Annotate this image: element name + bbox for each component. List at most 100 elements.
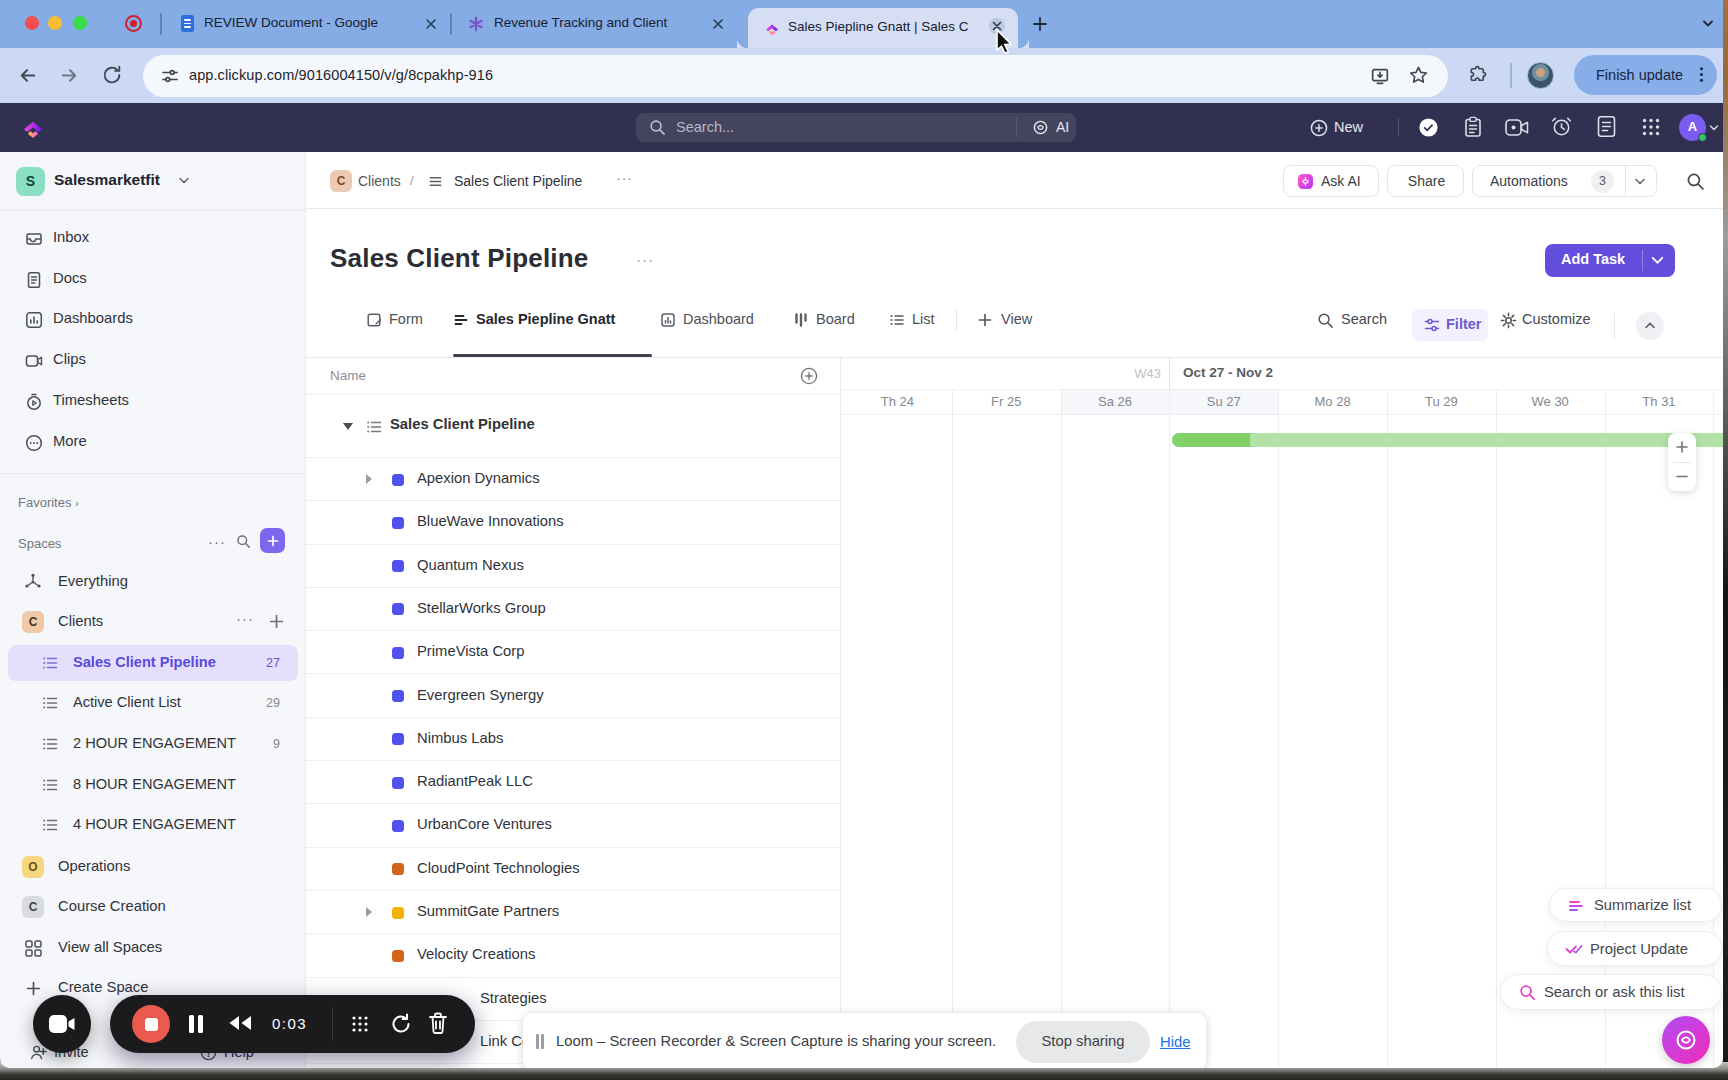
view-customize[interactable]: Customize bbox=[1522, 311, 1591, 327]
spaces-section-label[interactable]: Spaces bbox=[18, 536, 61, 551]
tab-close-icon[interactable] bbox=[710, 16, 726, 32]
add-column-icon[interactable] bbox=[800, 367, 818, 385]
sidebar-item-timesheets[interactable]: Timesheets bbox=[0, 382, 306, 423]
sidebar-item-inbox[interactable]: Inbox bbox=[0, 219, 306, 260]
task-row-urbancore-ventures[interactable]: UrbanCore Ventures bbox=[306, 804, 840, 847]
new-button[interactable]: New bbox=[1334, 119, 1363, 135]
install-app-icon[interactable] bbox=[1369, 65, 1391, 87]
macos-zoom-button[interactable] bbox=[73, 16, 87, 30]
header-search-icon[interactable] bbox=[1686, 172, 1705, 191]
add-task-chevron-icon[interactable] bbox=[1650, 253, 1665, 268]
breadcrumb-more-icon[interactable]: ··· bbox=[616, 170, 633, 186]
sidebar-list-8-hour-engagement[interactable]: 8 HOUR ENGAGEMENT bbox=[8, 767, 298, 803]
sidebar-list-2-hour-engagement[interactable]: 2 HOUR ENGAGEMENT9 bbox=[8, 726, 298, 762]
share-button[interactable]: Share bbox=[1387, 165, 1464, 197]
workspace-name[interactable]: Salesmarketfit bbox=[54, 171, 160, 189]
spaces-search-icon[interactable] bbox=[236, 534, 251, 549]
sidebar-list-sales-client-pipeline[interactable]: Sales Client Pipeline27 bbox=[8, 645, 298, 681]
collapse-header-button[interactable] bbox=[1636, 312, 1664, 340]
task-row-primevista-corp[interactable]: PrimeVista Corp bbox=[306, 631, 840, 674]
avatar-chevron-icon[interactable] bbox=[1709, 124, 1719, 132]
loom-pause-icon[interactable] bbox=[188, 1014, 204, 1034]
clipboard-icon[interactable] bbox=[1463, 116, 1483, 138]
zoom-in-button[interactable] bbox=[1668, 433, 1696, 462]
breadcrumb-space[interactable]: Clients bbox=[358, 173, 401, 189]
macos-close-button[interactable] bbox=[25, 16, 39, 30]
tab-search-chevron-icon[interactable] bbox=[1698, 13, 1718, 33]
sidebar-item-more[interactable]: More bbox=[0, 423, 306, 464]
back-icon[interactable] bbox=[16, 64, 39, 87]
task-row-summitgate-partners[interactable]: SummitGate Partners bbox=[306, 891, 840, 934]
finish-update-button[interactable]: Finish update bbox=[1574, 55, 1717, 95]
add-task-button[interactable]: Add Task bbox=[1545, 244, 1675, 277]
loom-drag-grid-icon[interactable] bbox=[350, 1014, 370, 1034]
global-search-input[interactable]: Search... AI bbox=[636, 113, 1076, 142]
breadcrumb-page[interactable]: Sales Client Pipeline bbox=[454, 173, 582, 189]
tab-close-icon[interactable] bbox=[423, 16, 439, 32]
task-row-cloudpoint-technologies[interactable]: CloudPoint Technologies bbox=[306, 848, 840, 891]
sidebar-item-clips[interactable]: Clips bbox=[0, 341, 306, 382]
hide-link[interactable]: Hide bbox=[1160, 1034, 1190, 1050]
stop-sharing-button[interactable]: Stop sharing bbox=[1016, 1021, 1150, 1063]
project-update-button[interactable]: Project Update bbox=[1547, 931, 1722, 966]
tab-revenue-tracking[interactable]: Revenue Tracking and Client bbox=[462, 0, 742, 48]
sidebar-item-operations[interactable]: O Operations bbox=[0, 847, 306, 887]
loom-trash-icon[interactable] bbox=[428, 1012, 448, 1035]
tab-sales-pipeline-active[interactable]: Sales Piepline Gnatt | Sales C bbox=[748, 8, 1018, 48]
todo-check-icon[interactable] bbox=[1418, 117, 1439, 138]
automations-chevron-icon[interactable] bbox=[1634, 177, 1646, 186]
task-row-apexion-dynamics[interactable]: Apexion Dynamics bbox=[306, 458, 840, 501]
clients-add-icon[interactable] bbox=[269, 614, 284, 629]
bookmark-star-icon[interactable] bbox=[1407, 64, 1430, 87]
view-search[interactable]: Search bbox=[1341, 311, 1387, 327]
sidebar-list-active-client-list[interactable]: Active Client List29 bbox=[8, 685, 298, 721]
gantt-summary-bar[interactable] bbox=[1172, 433, 1723, 447]
address-bar[interactable]: app.clickup.com/9016004150/v/g/8cpakhp-9… bbox=[143, 55, 1448, 97]
user-avatar[interactable]: A bbox=[1679, 114, 1706, 141]
forward-icon[interactable] bbox=[58, 64, 81, 87]
summarize-list-button[interactable]: Summarize list bbox=[1549, 888, 1722, 922]
spaces-more-icon[interactable]: ··· bbox=[208, 533, 226, 550]
extensions-icon[interactable] bbox=[1467, 64, 1490, 87]
search-ask-list-button[interactable]: Search or ask this list bbox=[1500, 974, 1722, 1010]
sidebar-item-docs[interactable]: Docs bbox=[0, 260, 306, 301]
clickup-logo[interactable] bbox=[21, 115, 45, 139]
notepad-icon[interactable] bbox=[1597, 115, 1616, 138]
clickup-ai-fab[interactable] bbox=[1662, 1016, 1710, 1064]
collapse-caret-icon[interactable] bbox=[343, 423, 353, 430]
sidebar-item-dashboards[interactable]: Dashboards bbox=[0, 300, 306, 341]
task-group-header[interactable]: Sales Client Pipeline bbox=[306, 395, 840, 458]
browser-menu-icon[interactable] bbox=[1692, 65, 1711, 84]
automations-button[interactable]: Automations 3 bbox=[1472, 165, 1657, 197]
workspace-chevron-icon[interactable] bbox=[178, 176, 190, 185]
task-row-quantum-nexus[interactable]: Quantum Nexus bbox=[306, 545, 840, 588]
task-row-velocity-creations[interactable]: Velocity Creations bbox=[306, 934, 840, 977]
reminder-alarm-icon[interactable] bbox=[1550, 115, 1573, 138]
new-tab-button[interactable] bbox=[1030, 14, 1050, 34]
loom-rewind-icon[interactable] bbox=[228, 1014, 252, 1032]
title-more-icon[interactable]: ··· bbox=[636, 251, 654, 268]
loom-camera-bubble[interactable] bbox=[33, 995, 91, 1053]
loom-stop-button[interactable] bbox=[132, 1005, 170, 1043]
sidebar-item-everything[interactable]: Everything bbox=[0, 562, 306, 602]
loom-restart-icon[interactable] bbox=[390, 1013, 412, 1035]
task-row-bluewave-innovations[interactable]: BlueWave Innovations bbox=[306, 501, 840, 544]
task-row-stellarworks-group[interactable]: StellarWorks Group bbox=[306, 588, 840, 631]
task-row-nimbus-labs[interactable]: Nimbus Labs bbox=[306, 718, 840, 761]
clip-record-icon[interactable] bbox=[1505, 119, 1529, 136]
expand-caret-icon[interactable] bbox=[366, 907, 372, 917]
add-space-button[interactable] bbox=[260, 528, 285, 553]
ask-ai-button[interactable]: Ask AI bbox=[1283, 165, 1379, 197]
view-filter[interactable]: Filter bbox=[1412, 309, 1488, 341]
favorites-section[interactable]: Favorites › bbox=[18, 495, 79, 510]
tab-review-document[interactable]: REVIEW Document - Google bbox=[172, 0, 444, 48]
task-row-evergreen-synergy[interactable]: Evergreen Synergy bbox=[306, 675, 840, 718]
sidebar-item-view-all-spaces[interactable]: View all Spaces bbox=[0, 928, 306, 968]
browser-profile-avatar[interactable] bbox=[1527, 62, 1554, 89]
zoom-out-button[interactable] bbox=[1668, 462, 1696, 491]
sidebar-item-course-creation[interactable]: C Course Creation bbox=[0, 887, 306, 927]
reload-icon[interactable] bbox=[101, 64, 123, 86]
apps-grid-icon[interactable] bbox=[1641, 117, 1661, 137]
expand-caret-icon[interactable] bbox=[366, 474, 372, 484]
clients-more-icon[interactable]: ··· bbox=[236, 610, 254, 627]
